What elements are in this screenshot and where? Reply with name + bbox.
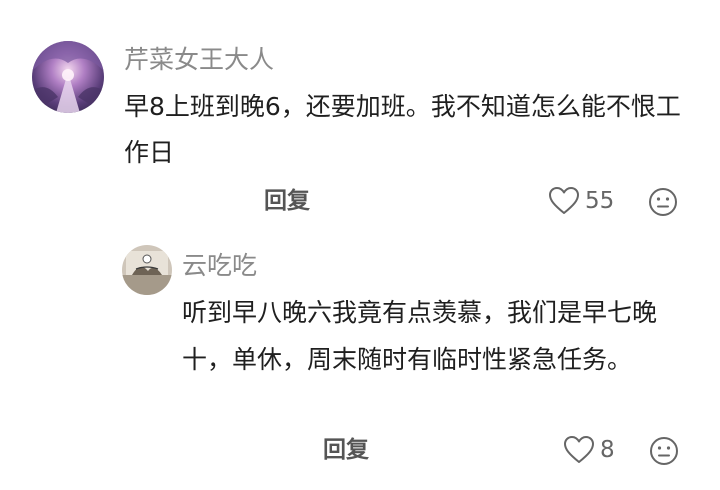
reply-avatar[interactable] [122, 245, 172, 295]
reply-button[interactable]: 回复 [264, 181, 310, 221]
avatar[interactable] [32, 41, 104, 113]
heart-outline-icon[interactable] [548, 186, 580, 216]
reply-author-name[interactable]: 云吃吃 [182, 246, 257, 286]
like-count: 55 [585, 188, 615, 214]
reply-button[interactable]: 回复 [323, 430, 369, 470]
like-count: 8 [600, 437, 615, 463]
comment-text: 早8上班到晚6，还要加班。我不知道怎么能不恨工作日 [124, 92, 681, 167]
comment-author-name[interactable]: 芹菜女王大人 [124, 40, 274, 80]
heart-outline-icon[interactable] [563, 435, 595, 465]
neutral-face-icon[interactable] [648, 187, 678, 217]
reply-text: 听到早八晚六我竟有点羡慕，我们是早七晚十，单休，周末随时有临时性紧急任务。 [182, 298, 658, 374]
neutral-face-icon[interactable] [649, 436, 679, 466]
